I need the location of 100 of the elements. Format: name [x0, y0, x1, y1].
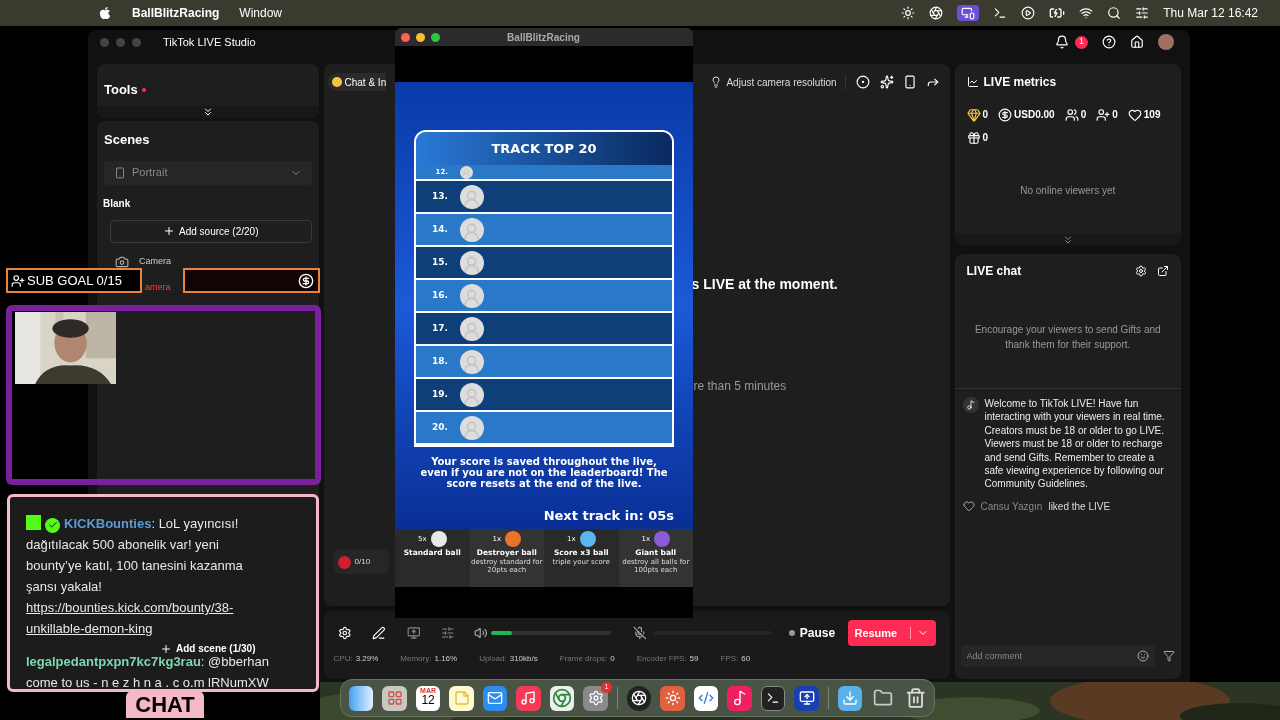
metric-value: 0: [982, 131, 989, 145]
metric-value: 0: [982, 108, 989, 122]
phone-icon[interactable]: [902, 75, 917, 89]
chat-user[interactable]: Cansu Yazgın: [980, 498, 1043, 514]
tiktok-app-icon[interactable]: [727, 685, 752, 711]
menu-clock[interactable]: Thu Mar 12 16:42: [1163, 4, 1258, 22]
avatar-placeholder-icon: [460, 316, 484, 341]
play-icon[interactable]: [1021, 6, 1036, 20]
source-item[interactable]: amera: [145, 280, 171, 295]
add-source-button[interactable]: Add source (2/20): [110, 219, 312, 243]
plus-icon: [163, 225, 175, 237]
avatar-placeholder-icon: [460, 349, 484, 374]
sliders-icon[interactable]: [441, 626, 455, 640]
pause-button[interactable]: Pause: [799, 624, 836, 642]
record-icon[interactable]: [855, 75, 870, 89]
score-notice: Your score is saved throughout the live, even if you are not on the leaderboard! The score resets at the end of the live.: [419, 456, 669, 489]
volume-icon[interactable]: [473, 626, 488, 640]
help-icon[interactable]: [1102, 35, 1116, 49]
screen-app-icon[interactable]: [794, 685, 819, 711]
launchpad-icon[interactable]: [382, 685, 407, 711]
window-title: BallBlitzRacing: [506, 30, 581, 45]
control-center-icon[interactable]: [1135, 6, 1150, 20]
stat-label: Frame drops:: [559, 653, 608, 665]
metric-value: USD0.00: [1014, 108, 1055, 122]
stat-label: Memory:: [400, 653, 432, 665]
bell-icon[interactable]: [1055, 35, 1069, 49]
apple-icon[interactable]: [98, 6, 112, 20]
wifi-icon[interactable]: [1079, 6, 1094, 20]
avatar[interactable]: [1158, 34, 1174, 50]
chart-icon: [966, 76, 979, 88]
settings-app-icon[interactable]: [583, 685, 609, 711]
panel-title: LIVE chat: [966, 263, 1022, 280]
music-icon[interactable]: [516, 685, 541, 711]
metric-value: 0: [1112, 108, 1118, 122]
gift-prompt: Encourage your viewers to send Gifts and thank them for their support.: [973, 323, 1162, 352]
chrome-icon[interactable]: [549, 685, 575, 711]
dollar-icon: [298, 272, 314, 289]
microphone-muted-icon[interactable]: [632, 626, 647, 640]
screen-mirror-icon[interactable]: [957, 5, 980, 21]
add-scene-button[interactable]: Add scene (1/30): [160, 643, 256, 655]
menu-item[interactable]: Window: [239, 4, 283, 22]
mail-icon[interactable]: [482, 685, 508, 711]
app-menu[interactable]: BallBlitzRacing: [132, 4, 220, 22]
layout-dropdown[interactable]: Portrait: [104, 160, 312, 185]
home-icon[interactable]: [1130, 35, 1144, 49]
stat-label: FPS:: [720, 653, 739, 665]
stat-value: 60: [741, 653, 751, 665]
notes-icon[interactable]: [449, 685, 474, 711]
battery-icon[interactable]: [1049, 5, 1066, 21]
emoji-icon[interactable]: [1137, 650, 1149, 662]
bounty-link[interactable]: https://bounties.kick.com/bounty/38-unkillable-demon-king: [26, 597, 288, 639]
notification-badge: 1: [1075, 35, 1088, 49]
avatar-placeholder-icon: [460, 250, 484, 275]
rose-icon: [337, 555, 351, 569]
rank-number: 18.: [431, 354, 448, 368]
settings-icon[interactable]: [1135, 265, 1147, 277]
aperture-icon[interactable]: [929, 6, 944, 20]
resume-button[interactable]: Resume: [848, 620, 936, 646]
camera-icon: [115, 254, 129, 269]
rank-number: 20.: [431, 420, 448, 434]
avatar-placeholder-icon: [460, 217, 484, 242]
settings-icon[interactable]: [337, 626, 352, 640]
tiktok-icon: [962, 397, 979, 413]
sparkle-icon[interactable]: [879, 75, 894, 89]
phone-icon: [114, 166, 126, 179]
plus-icon: [160, 643, 172, 655]
sun-icon[interactable]: [901, 6, 916, 20]
pen-icon[interactable]: [372, 626, 386, 640]
chat-event: liked the LIVE: [1048, 499, 1111, 514]
trash-icon[interactable]: [904, 687, 927, 709]
terminal-app-icon[interactable]: [760, 685, 786, 711]
chat-message: legalpedantpxpn7kc7kg3rau: @bberhan come to us - n e z h n a . c o.m lRNumXW: [26, 654, 270, 692]
pop-out-icon[interactable]: [1157, 265, 1169, 277]
empty-viewers-text: No online viewers yet: [1019, 184, 1117, 198]
obs-icon[interactable]: [627, 685, 652, 711]
stat-label: CPU:: [333, 653, 353, 665]
downloads-folder-icon[interactable]: [837, 685, 863, 711]
chat-overlay-label: CHAT: [126, 691, 204, 718]
code-editor-icon[interactable]: [693, 685, 719, 711]
chat-chip[interactable]: Chat & In: [327, 73, 387, 91]
stat-value: 59: [689, 653, 699, 665]
lightbulb-icon: [710, 76, 723, 88]
share-icon[interactable]: [925, 75, 940, 89]
window-title: TikTok LIVE Studio: [163, 34, 256, 50]
welcome-message: Welcome to TikTok LIVE! Have fun interacting with your viewers in real time. Creators must be 18 or older to go LIVE. Viewers must be 18 or older to recharge and send Gifts. Remember to create a safe viewing experience by following our Community Guidelines.: [984, 397, 1166, 491]
camera-resolution-tip[interactable]: Adjust camera resolution: [710, 74, 846, 90]
stat-label: Encoder FPS:: [636, 653, 687, 665]
screen-icon[interactable]: [406, 626, 421, 640]
sub-goal-text: SUB GOAL 0/15: [27, 271, 122, 290]
source-item[interactable]: Camera: [139, 254, 171, 269]
scene-name[interactable]: Blank: [103, 195, 312, 211]
terminal-icon[interactable]: [993, 6, 1008, 20]
finder-icon[interactable]: [349, 685, 374, 711]
person-add-icon: [11, 273, 25, 288]
window-controls-icon[interactable]: [401, 32, 440, 42]
diamond-icon: [966, 107, 981, 122]
duration-note: re than 5 minutes: [693, 378, 788, 395]
starburst-app-icon[interactable]: [660, 685, 685, 711]
filter-icon[interactable]: [1163, 650, 1175, 662]
search-icon[interactable]: [1107, 6, 1122, 20]
